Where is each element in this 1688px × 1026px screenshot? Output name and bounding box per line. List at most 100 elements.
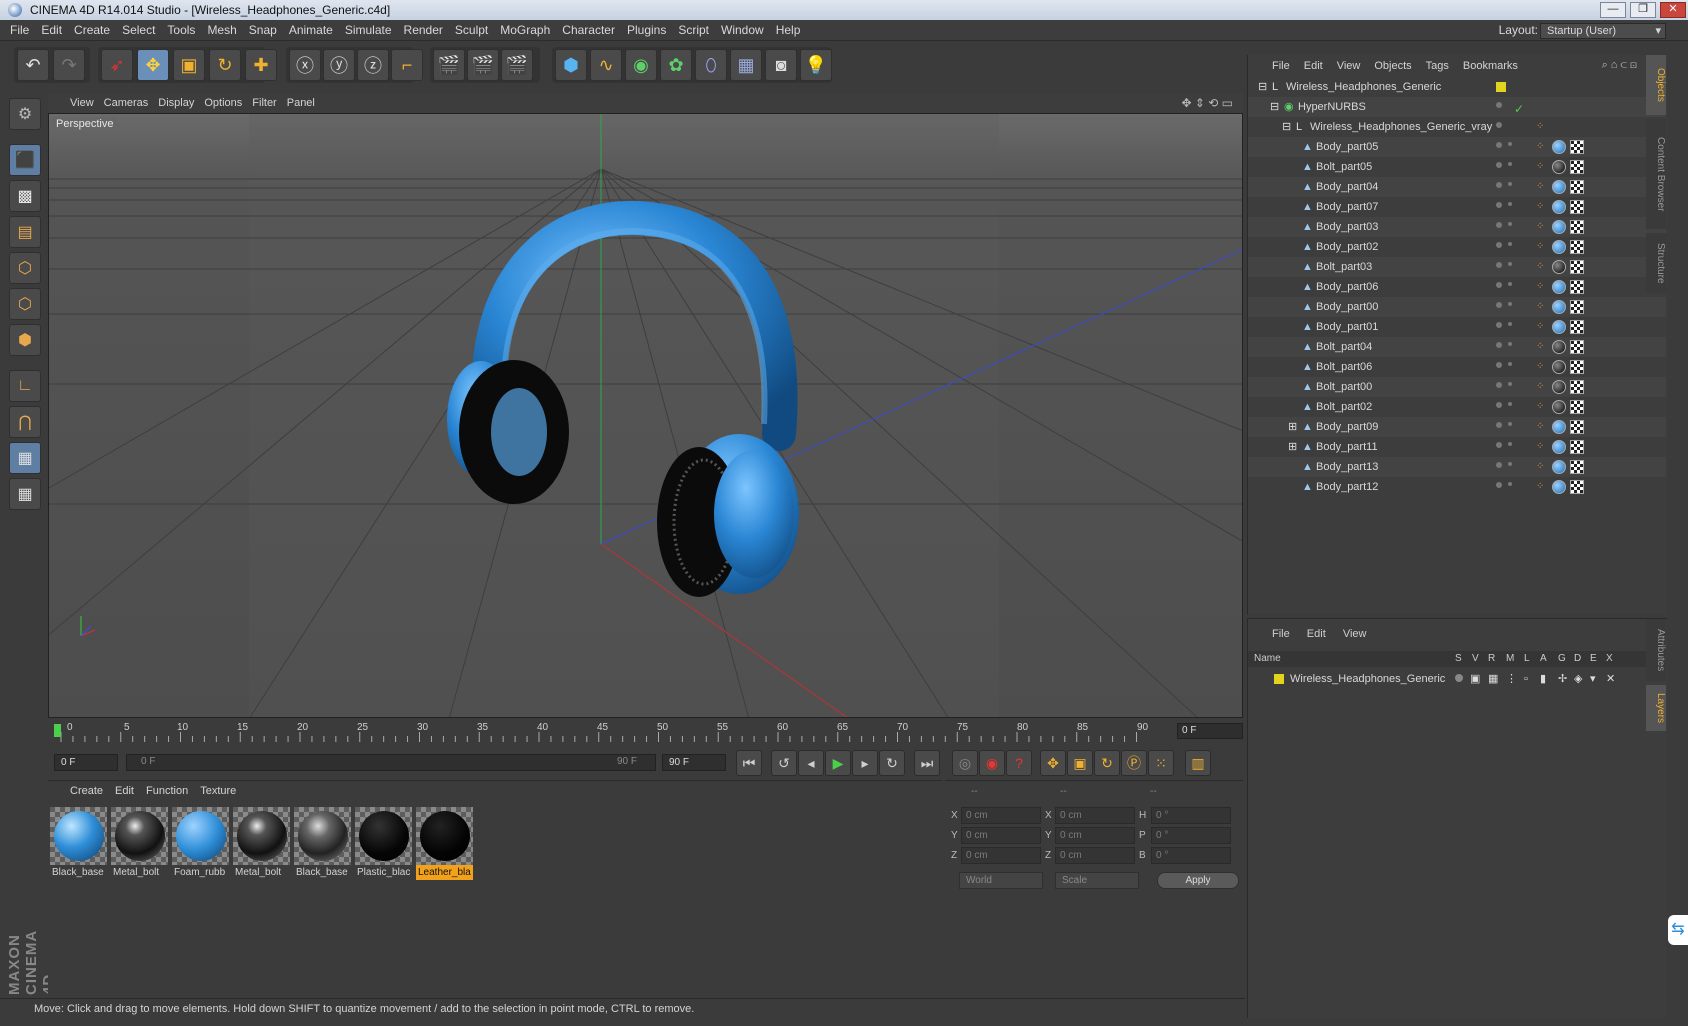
cube-primitive-icon[interactable]: ⬢	[555, 49, 587, 81]
layer-color-swatch[interactable]	[1496, 82, 1506, 92]
object-row[interactable]: ▲ Body_part07 ⁘	[1248, 197, 1666, 217]
view-icon[interactable]: ▣	[1470, 669, 1480, 689]
uvw-tag-icon[interactable]	[1570, 340, 1584, 354]
phong-tag-icon[interactable]: ⁘	[1536, 422, 1546, 432]
viewport-menu-options[interactable]: Options	[204, 93, 242, 113]
uvw-tag-icon[interactable]	[1570, 180, 1584, 194]
next-key-icon[interactable]: ↻	[879, 750, 905, 776]
array-icon[interactable]: ✿	[660, 49, 692, 81]
visibility-dot[interactable]	[1496, 442, 1502, 448]
timeline-ruler[interactable]: 0 5 10 15 20 25 30 35 40 45 50 55 60 65 …	[48, 720, 1243, 746]
phong-tag-icon[interactable]: ⁘	[1536, 342, 1546, 352]
redo-icon[interactable]: ↷	[53, 49, 85, 81]
render-view-icon[interactable]: 🎬	[433, 49, 465, 81]
visibility-dot[interactable]	[1496, 422, 1502, 428]
viewport-menu-display[interactable]: Display	[158, 93, 194, 113]
remote-help-icon[interactable]: ⇆	[1668, 915, 1688, 945]
object-row[interactable]: ▲ Body_part00 ⁘	[1248, 297, 1666, 317]
rotation-h-field[interactable]: 0 °	[1151, 807, 1231, 824]
object-row[interactable]: ▲ Body_part13 ⁘	[1248, 457, 1666, 477]
phong-tag-icon[interactable]: ⁘	[1536, 262, 1546, 272]
visibility-dot[interactable]	[1496, 182, 1502, 188]
phong-tag-icon[interactable]: ⁘	[1536, 302, 1546, 312]
material-swatch[interactable]: Black_base	[50, 807, 107, 880]
render-dot[interactable]	[1508, 182, 1512, 186]
render-dot[interactable]	[1508, 462, 1512, 466]
object-row[interactable]: ▲ Body_part02 ⁘	[1248, 237, 1666, 257]
rotate-tool-icon[interactable]: ↻	[209, 49, 241, 81]
side-tab-layers[interactable]: Layers	[1646, 685, 1666, 731]
material-tag-icon[interactable]	[1552, 420, 1566, 434]
menu-sculpt[interactable]: Sculpt	[449, 20, 494, 41]
render-icon[interactable]: ▦	[1488, 669, 1498, 689]
uvw-tag-icon[interactable]	[1570, 480, 1584, 494]
visibility-dot[interactable]	[1496, 382, 1502, 388]
position-y-field[interactable]: 0 cm	[961, 827, 1041, 844]
goto-start-icon[interactable]: ⏮	[736, 750, 762, 776]
visibility-dot[interactable]	[1496, 322, 1502, 328]
material-swatch[interactable]: Metal_bolt	[111, 807, 168, 880]
y-axis-lock-icon[interactable]: ⓨ	[323, 49, 355, 81]
snap-magnet-icon[interactable]: ⋂	[9, 406, 41, 438]
material-menu-edit[interactable]: Edit	[115, 781, 134, 801]
layer-row[interactable]: Wireless_Headphones_Generic ▣ ▦ ⋮ ▫ ▮ ✢ …	[1248, 669, 1666, 689]
manager-icon[interactable]: ⋮	[1506, 669, 1517, 689]
size-x-field[interactable]: 0 cm	[1055, 807, 1135, 824]
polygons-mode-icon[interactable]: ⬢	[9, 324, 41, 356]
uvw-tag-icon[interactable]	[1570, 260, 1584, 274]
om-menu-objects[interactable]: Objects	[1374, 55, 1411, 77]
enabled-check-icon[interactable]: ✓	[1514, 99, 1524, 119]
material-tag-icon[interactable]	[1552, 140, 1566, 154]
planar-workplane-icon[interactable]: ▦	[9, 478, 41, 510]
texture-mode-icon[interactable]: ▩	[9, 180, 41, 212]
tag-icon[interactable]: ⁘	[1536, 122, 1546, 132]
uvw-tag-icon[interactable]	[1570, 380, 1584, 394]
material-tag-icon[interactable]	[1552, 460, 1566, 474]
object-row-hypernurbs[interactable]: ⊟ ◉ HyperNURBS ✓	[1248, 97, 1666, 117]
material-tag-icon[interactable]	[1552, 300, 1566, 314]
coordinate-system-icon[interactable]: ⌐	[391, 49, 423, 81]
object-row-group[interactable]: ⊟ L Wireless_Headphones_Generic_vray ⁘	[1248, 117, 1666, 137]
material-menu-texture[interactable]: Texture	[200, 781, 236, 801]
uvw-tag-icon[interactable]	[1570, 360, 1584, 374]
object-row[interactable]: ▲ Body_part01 ⁘	[1248, 317, 1666, 337]
expression-icon[interactable]: ▾	[1590, 669, 1596, 689]
side-tab-objects[interactable]: Objects	[1646, 55, 1666, 115]
live-selection-icon[interactable]: ➶	[101, 49, 133, 81]
floor-icon[interactable]: ▦	[730, 49, 762, 81]
visibility-dot[interactable]	[1496, 302, 1502, 308]
xref-icon[interactable]: ✕	[1606, 669, 1615, 689]
x-axis-lock-icon[interactable]: ⓧ	[289, 49, 321, 81]
uvw-tag-icon[interactable]	[1570, 140, 1584, 154]
timeline-playhead[interactable]	[54, 724, 61, 737]
axis-mode-icon[interactable]: ∟	[9, 370, 41, 402]
render-dot[interactable]	[1508, 222, 1512, 226]
keyframe-selection-icon[interactable]: ?	[1006, 750, 1032, 776]
menu-create[interactable]: Create	[68, 20, 116, 41]
material-tag-icon[interactable]	[1552, 480, 1566, 494]
render-settings-icon[interactable]: 🎬	[501, 49, 533, 81]
visibility-dot[interactable]	[1496, 222, 1502, 228]
menu-window[interactable]: Window	[715, 20, 770, 41]
om-menu-bookmarks[interactable]: Bookmarks	[1463, 55, 1518, 77]
render-dot[interactable]	[1508, 162, 1512, 166]
z-axis-lock-icon[interactable]: ⓩ	[357, 49, 389, 81]
object-row[interactable]: ▲ Bolt_part02 ⁘	[1248, 397, 1666, 417]
menu-snap[interactable]: Snap	[243, 20, 283, 41]
visibility-dot[interactable]	[1496, 262, 1502, 268]
undo-icon[interactable]: ↶	[17, 49, 49, 81]
object-row[interactable]: ▲ Bolt_part04 ⁘	[1248, 337, 1666, 357]
menu-edit[interactable]: Edit	[35, 20, 68, 41]
camera-icon[interactable]: ◙	[765, 49, 797, 81]
collapse-icon[interactable]: ⊟	[1282, 121, 1293, 133]
render-dot[interactable]	[1508, 422, 1512, 426]
visibility-dot[interactable]	[1496, 242, 1502, 248]
phong-tag-icon[interactable]: ⁘	[1536, 182, 1546, 192]
start-frame-field[interactable]: 0 F	[54, 754, 118, 771]
render-dot[interactable]	[1508, 282, 1512, 286]
render-dot[interactable]	[1508, 342, 1512, 346]
deformer-icon[interactable]: ◈	[1574, 669, 1582, 689]
uvw-tag-icon[interactable]	[1570, 200, 1584, 214]
material-tag-icon[interactable]	[1552, 280, 1566, 294]
maximize-button[interactable]: ❐	[1630, 2, 1656, 18]
